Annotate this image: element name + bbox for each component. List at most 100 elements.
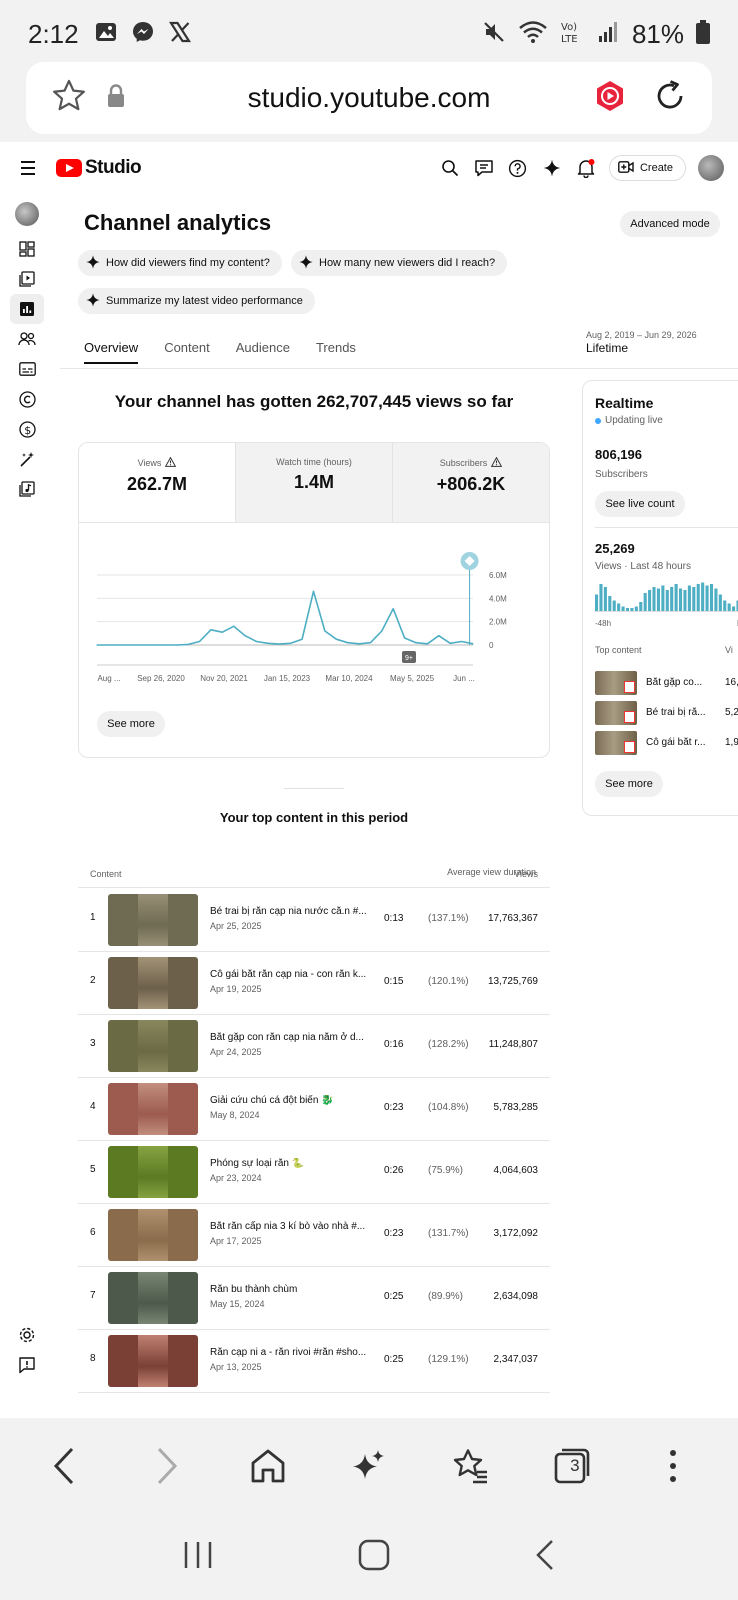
video-thumbnail[interactable] bbox=[108, 1209, 198, 1261]
video-date: May 8, 2024 bbox=[210, 1110, 260, 1120]
customization-icon[interactable] bbox=[10, 444, 44, 474]
realtime-bar bbox=[727, 603, 731, 611]
col-avg-view-duration[interactable]: Average view duration bbox=[378, 866, 536, 879]
feedback-icon[interactable] bbox=[18, 1356, 38, 1376]
views-headline: Your channel has gotten 262,707,445 view… bbox=[114, 392, 514, 411]
video-title[interactable]: Bắt gặp con rắn cạp nia nằm ở d... bbox=[210, 1032, 376, 1043]
table-row[interactable]: 6 Bắt rắn cấp nia 3 kí bò vào nhà #... A… bbox=[78, 1203, 550, 1267]
row-rank: 6 bbox=[90, 1227, 96, 1238]
video-thumbnail[interactable] bbox=[108, 1020, 198, 1072]
tab-audience[interactable]: Audience bbox=[236, 340, 290, 364]
date-range[interactable]: Aug 2, 2019 – Jun 29, 2026 bbox=[586, 330, 697, 340]
see-live-count-button[interactable]: See live count bbox=[595, 491, 685, 517]
content-icon[interactable] bbox=[10, 264, 44, 294]
media-extension-icon[interactable] bbox=[594, 80, 626, 117]
ai-sparkle-icon[interactable] bbox=[339, 1436, 399, 1496]
metric-watch-time[interactable]: Watch time (hours) 1.4M bbox=[235, 443, 392, 522]
views-chart[interactable]: 6.0M 4.0M 2.0M 0 9+ Aug ... Sep 26, 2020 Nov 20… bbox=[79, 523, 550, 703]
realtime-bar bbox=[630, 608, 634, 611]
analytics-icon[interactable] bbox=[10, 294, 44, 324]
video-thumbnail[interactable] bbox=[108, 1083, 198, 1135]
table-row[interactable]: 2 Cô gái bắt rắn cạp nia - con rắn k... … bbox=[78, 951, 550, 1015]
video-title[interactable]: Cô gái bắt rắn cạp nia - con rắn k... bbox=[210, 969, 376, 980]
x-tick-label: Jan 15, 2023 bbox=[264, 674, 311, 683]
realtime-see-more-button[interactable]: See more bbox=[595, 771, 663, 797]
metric-views[interactable]: Views 262.7M bbox=[79, 443, 235, 522]
create-button[interactable]: Create bbox=[608, 155, 686, 181]
copyright-icon[interactable] bbox=[10, 384, 44, 414]
status-bar: 2:12 Vo) LTE 81% bbox=[0, 0, 738, 68]
table-row[interactable]: 1 Bé trai bị rắn cạp nia nước cắ.n #... … bbox=[78, 888, 550, 952]
table-row[interactable]: 5 Phóng sự loại rắn 🐍 Apr 23, 2024 0:26 … bbox=[78, 1140, 550, 1204]
video-title[interactable]: Bé trai bị rắn cạp nia nước cắ.n #... bbox=[210, 906, 376, 917]
community-icon[interactable] bbox=[10, 324, 44, 354]
col-views[interactable]: Views bbox=[514, 869, 538, 879]
sparkle-icon[interactable] bbox=[541, 157, 563, 179]
help-icon[interactable] bbox=[507, 157, 529, 179]
tab-content[interactable]: Content bbox=[164, 340, 210, 364]
chart-see-more-button[interactable]: See more bbox=[97, 711, 165, 737]
prompt-chip-traffic[interactable]: How did viewers find my content? bbox=[78, 250, 282, 276]
forward-icon[interactable] bbox=[136, 1436, 196, 1496]
realtime-bar-chart[interactable] bbox=[595, 579, 738, 613]
reload-icon[interactable] bbox=[652, 78, 688, 119]
video-title[interactable]: Bắt rắn cấp nia 3 kí bò vào nhà #... bbox=[210, 1221, 376, 1232]
home-button-icon[interactable] bbox=[358, 1539, 390, 1576]
realtime-list-item[interactable]: Bắt gặp co... 16,7 bbox=[595, 671, 738, 697]
more-options-icon[interactable] bbox=[643, 1436, 703, 1496]
bookmark-star-icon[interactable] bbox=[50, 77, 88, 120]
video-thumbnail[interactable] bbox=[108, 1335, 198, 1387]
advanced-mode-button[interactable]: Advanced mode bbox=[620, 211, 720, 237]
prompt-chip-summary[interactable]: Summarize my latest video performance bbox=[78, 288, 315, 314]
realtime-list-item[interactable]: Cô gái bắt r... 1,9 bbox=[595, 731, 738, 757]
video-thumbnail[interactable] bbox=[108, 1272, 198, 1324]
tabs-divider bbox=[60, 368, 738, 369]
gallery-icon bbox=[95, 21, 117, 48]
dashboard-icon[interactable] bbox=[10, 234, 44, 264]
table-row[interactable]: 4 Giải cứu chú cá đột biến 🐉 May 8, 2024… bbox=[78, 1077, 550, 1141]
video-title[interactable]: Giải cứu chú cá đột biến 🐉 bbox=[210, 1095, 376, 1106]
battery-icon bbox=[696, 19, 710, 49]
search-icon[interactable] bbox=[439, 157, 461, 179]
audio-library-icon[interactable] bbox=[10, 474, 44, 504]
earn-icon[interactable]: $ bbox=[10, 414, 44, 444]
tab-overview[interactable]: Overview bbox=[84, 340, 139, 364]
table-row[interactable]: 7 Rắn bu thành chùm May 15, 2024 0:25 (8… bbox=[78, 1266, 550, 1330]
menu-icon[interactable] bbox=[14, 154, 42, 182]
back-icon[interactable] bbox=[35, 1436, 95, 1496]
system-back-icon[interactable] bbox=[534, 1539, 556, 1576]
video-thumbnail[interactable] bbox=[108, 1146, 198, 1198]
address-bar[interactable]: studio.youtube.com bbox=[26, 62, 712, 134]
notifications-icon[interactable] bbox=[575, 157, 597, 179]
settings-icon[interactable] bbox=[18, 1326, 38, 1346]
video-title[interactable]: Rắn cạp ni a - rắn rivoi #rắn #sho... bbox=[210, 1347, 376, 1358]
video-thumbnail[interactable] bbox=[108, 957, 198, 1009]
studio-logo[interactable]: Studio bbox=[56, 157, 142, 179]
table-row[interactable]: 8 Rắn cạp ni a - rắn rivoi #rắn #sho... … bbox=[78, 1329, 550, 1393]
table-row[interactable]: 3 Bắt gặp con rắn cạp nia nằm ở d... Apr… bbox=[78, 1014, 550, 1078]
bookmarks-icon[interactable] bbox=[440, 1436, 500, 1496]
period-selector[interactable]: Lifetime bbox=[586, 341, 628, 355]
realtime-bar bbox=[648, 590, 652, 611]
tab-trends[interactable]: Trends bbox=[316, 340, 356, 364]
recent-apps-icon[interactable] bbox=[182, 1540, 214, 1575]
data-point bbox=[198, 640, 201, 643]
account-avatar[interactable] bbox=[698, 155, 724, 181]
metric-subscribers[interactable]: Subscribers +806.2K bbox=[392, 443, 549, 522]
data-point bbox=[392, 608, 394, 610]
realtime-views-col-label: Vi bbox=[725, 645, 733, 655]
realtime-views-label: Views · Last 48 hours bbox=[595, 561, 691, 572]
realtime-bar bbox=[595, 594, 599, 611]
video-title[interactable]: Phóng sự loại rắn 🐍 bbox=[210, 1158, 376, 1169]
comments-icon[interactable] bbox=[473, 157, 495, 179]
subtitles-icon[interactable] bbox=[10, 354, 44, 384]
metric-value: 1.4M bbox=[293, 472, 335, 492]
home-icon[interactable] bbox=[238, 1436, 298, 1496]
video-title[interactable]: Rắn bu thành chùm bbox=[210, 1284, 376, 1295]
prompt-chip-new-viewers[interactable]: How many new viewers did I reach? bbox=[291, 250, 508, 276]
video-thumbnail[interactable] bbox=[108, 894, 198, 946]
tabs-icon[interactable]: 3 bbox=[542, 1436, 602, 1496]
studio-page: Studio Create $ Channel analytics Advanc… bbox=[0, 142, 738, 1418]
realtime-list-item[interactable]: Bé trai bị rắ... 5,2 bbox=[595, 701, 738, 727]
channel-avatar[interactable] bbox=[15, 202, 39, 226]
